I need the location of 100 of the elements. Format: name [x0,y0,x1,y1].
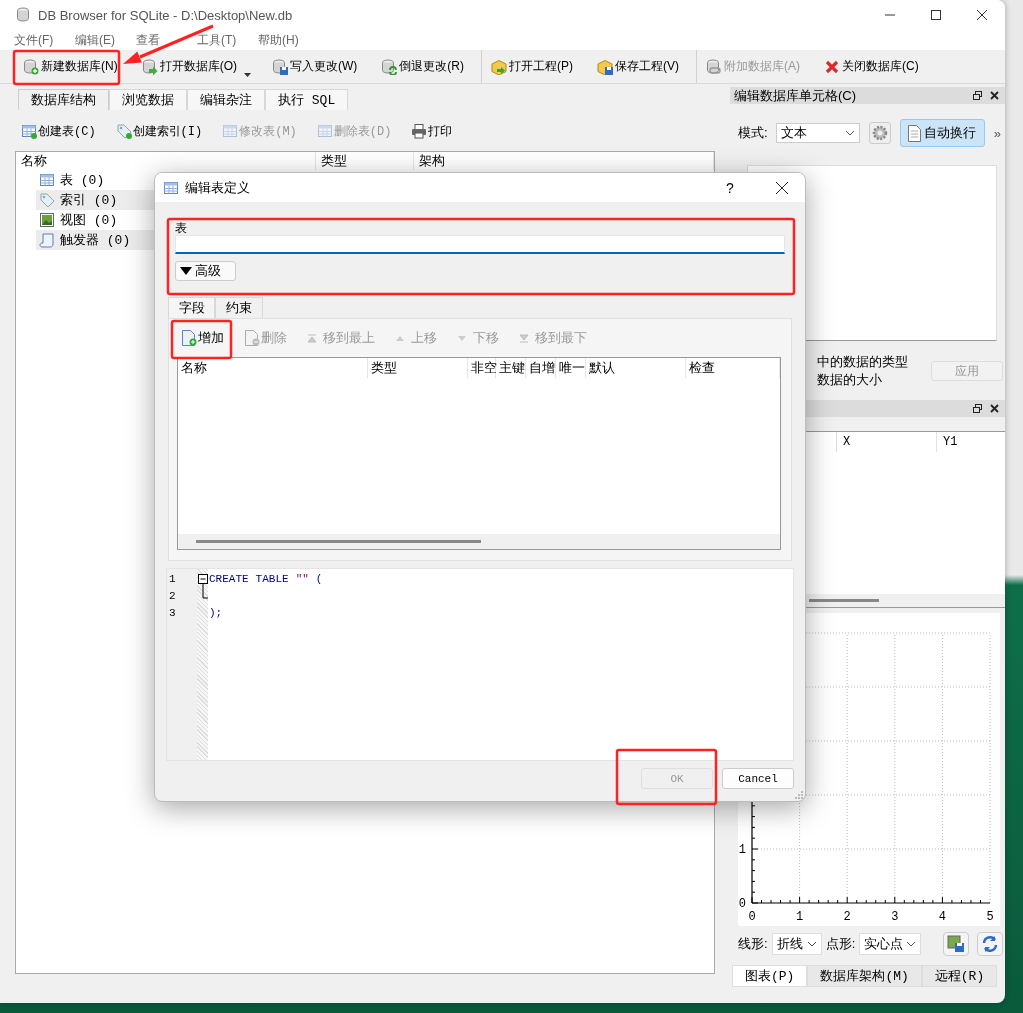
tab[interactable]: 执行 SQL [265,89,349,110]
tree-item[interactable]: 表 (0) [60,171,105,189]
tab[interactable]: 约束 [215,297,263,318]
table-icon [163,179,179,196]
dock-title: 编辑数据库单元格(C) [734,86,857,105]
scrollbar[interactable] [196,540,481,543]
tree-item[interactable]: 索引 (0) [60,191,118,209]
menu-item[interactable]: 文件(F) [14,31,58,49]
toolbar-button[interactable]: 关闭数据库(C) [821,55,922,78]
tree-item[interactable]: 视图 (0) [60,211,118,229]
dropdown[interactable]: 实心点 [859,933,922,955]
menu-item[interactable]: 编辑(E) [75,31,119,49]
info-text: 中的数据的类型 [817,353,909,371]
dropdown[interactable]: 折线 [771,933,822,955]
close-icon [990,91,999,100]
tick-label: 5 [986,910,994,924]
close-icon [824,58,840,75]
input-field[interactable] [175,235,785,254]
toolbar-button[interactable]: 写入更改(W) [269,55,361,78]
highlight-frame [170,319,233,360]
table-add-icon [21,123,37,139]
toolbar-button[interactable]: 新建数据库(N) [20,55,121,78]
tag-add-icon [115,123,132,139]
toolbar-button[interactable]: 保存工程(V) [594,55,682,78]
column-header[interactable]: 主键 [496,358,526,378]
refresh-button[interactable] [977,932,1003,956]
toolbar-button[interactable]: 创建表(C) [19,120,98,142]
column-header[interactable]: X [836,432,936,452]
scrollbar[interactable] [809,599,879,602]
database-link-icon [706,58,722,75]
menu-item[interactable]: 工具(T) [197,31,241,49]
float-icon [973,404,982,413]
field-label: 表 [175,222,188,235]
tab[interactable]: 字段 [168,297,215,318]
code-token: CREATE [209,572,249,587]
column-header[interactable]: 名称 [16,152,316,170]
toolbar-button[interactable]: 增加 [181,329,224,347]
close-icon [990,404,999,413]
field-label: 线形: [738,935,768,953]
image-save-icon [947,935,965,953]
box-save-icon [597,58,613,75]
window-title: DB Browser for SQLite - D:\Desktop\New.db [38,7,293,23]
chevron-icon [844,130,855,136]
column-header[interactable]: 类型 [316,152,414,170]
save-image-button[interactable] [943,932,969,956]
menu-item[interactable]: 帮助(H) [258,31,302,49]
refresh-icon [981,935,999,953]
toolbar-button[interactable]: 创建索引(I) [113,120,205,142]
advanced-button[interactable]: 高级 [175,261,236,281]
code-token: ( [315,572,323,587]
database-refresh-icon [381,58,398,75]
dialog-button[interactable]: Cancel [722,768,794,789]
tab[interactable]: 编辑杂注 [187,89,265,110]
overflow-button[interactable]: » [993,125,1001,141]
tab[interactable]: 浏览数据 [109,89,187,110]
column-header[interactable]: 唯一 [556,358,586,378]
menu-item[interactable]: 查看 [136,31,180,49]
close-icon [977,10,987,20]
resize-grip-icon [795,791,803,799]
code-token: TABLE [255,572,289,587]
mode-label: 模式: [738,124,768,142]
tick-label: 0 [738,897,746,911]
tab[interactable]: 数据库架构(M) [807,965,922,987]
tick-label: 4 [938,910,946,924]
column-header[interactable]: 类型 [368,358,468,378]
column-header[interactable]: 检查 [686,358,780,378]
table-icon [39,172,55,188]
toolbar-button[interactable]: 倒退更改(R) [378,55,467,78]
printer-icon [411,123,428,139]
close-icon [776,181,788,194]
triangle-down-icon [180,267,192,275]
tab[interactable]: 远程(R) [921,965,998,987]
database-icon [16,7,32,23]
word-wrap-button[interactable]: 自动换行 [899,119,985,147]
document-delete-icon [244,330,260,346]
line-number: 1 [168,572,177,587]
toolbar-button[interactable]: 打印 [409,120,455,142]
settings-icon [871,125,888,141]
mode-dropdown[interactable]: 文本 [775,123,860,143]
table-edit-icon [222,123,239,139]
column-header[interactable]: 架构 [414,152,714,170]
column-header[interactable]: Y1 [936,432,1005,452]
settings-button[interactable] [868,122,891,144]
bottom-arrow-icon [519,333,529,343]
column-header[interactable]: 默认 [586,358,686,378]
down-arrow-icon [457,333,467,343]
tick-label: 2 [843,910,851,924]
toolbar-button[interactable]: 打开工程(P) [488,55,576,78]
column-header[interactable]: 非空 [468,358,496,378]
database-add-icon [23,58,39,75]
tab[interactable]: 图表(P) [732,965,808,987]
maximize-icon [931,10,941,20]
tab[interactable]: 数据库结构 [18,89,109,110]
help-button[interactable]: ? [707,179,753,196]
box-arrow-icon [491,58,507,75]
toolbar-button[interactable]: 打开数据库(O) [138,55,240,78]
column-header[interactable]: 名称 [178,358,368,378]
tick-label: 1 [738,843,746,857]
column-header[interactable]: 自增 [526,358,556,378]
table-delete-icon [316,123,333,139]
